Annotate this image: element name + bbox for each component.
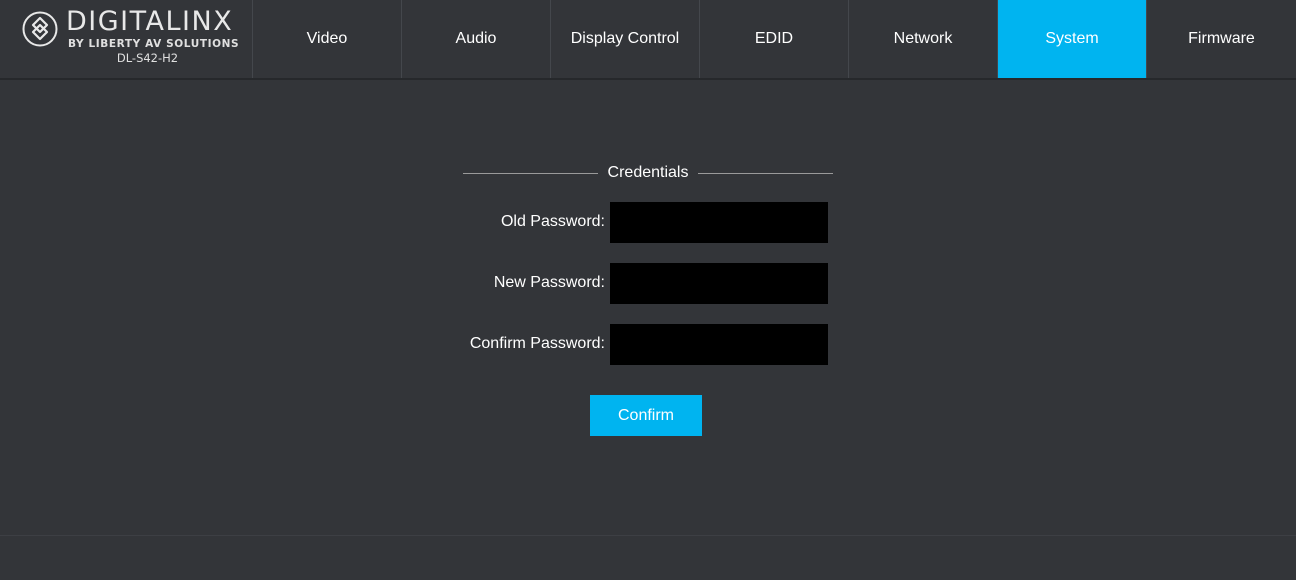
old-password-label: Old Password: <box>500 213 605 230</box>
new-password-label: New Password: <box>493 274 605 291</box>
top-navigation-bar: DIGITALINX BY LIBERTY AV SOLUTIONS DL-S4… <box>0 0 1296 80</box>
main-content: Credentials Old Password: New Password: … <box>0 80 1296 535</box>
new-password-row: New Password: <box>463 263 833 304</box>
brand-wordmark: DIGITALINX <box>66 6 234 37</box>
tab-firmware[interactable]: Firmware <box>1147 0 1296 78</box>
tab-video[interactable]: Video <box>253 0 402 78</box>
tab-audio[interactable]: Audio <box>402 0 551 78</box>
confirm-password-label: Confirm Password: <box>469 335 605 352</box>
old-password-row: Old Password: <box>463 202 833 243</box>
digitalinx-logo-icon <box>22 11 58 47</box>
confirm-password-row: Confirm Password: <box>463 324 833 365</box>
brand-tagline: BY LIBERTY AV SOLUTIONS <box>68 38 240 50</box>
tab-edid[interactable]: EDID <box>700 0 849 78</box>
confirm-button[interactable]: Confirm <box>590 395 702 436</box>
brand-logo: DIGITALINX BY LIBERTY AV SOLUTIONS DL-S4… <box>0 0 253 78</box>
tab-system[interactable]: System <box>998 0 1147 78</box>
credentials-legend: Credentials <box>607 164 689 181</box>
new-password-field[interactable] <box>610 263 828 304</box>
footer-divider <box>0 535 1296 536</box>
tab-network[interactable]: Network <box>849 0 998 78</box>
device-model: DL-S42-H2 <box>116 51 179 65</box>
tab-display-control[interactable]: Display Control <box>551 0 700 78</box>
confirm-password-field[interactable] <box>610 324 828 365</box>
old-password-field[interactable] <box>610 202 828 243</box>
main-nav: Video Audio Display Control EDID Network… <box>253 0 1296 78</box>
